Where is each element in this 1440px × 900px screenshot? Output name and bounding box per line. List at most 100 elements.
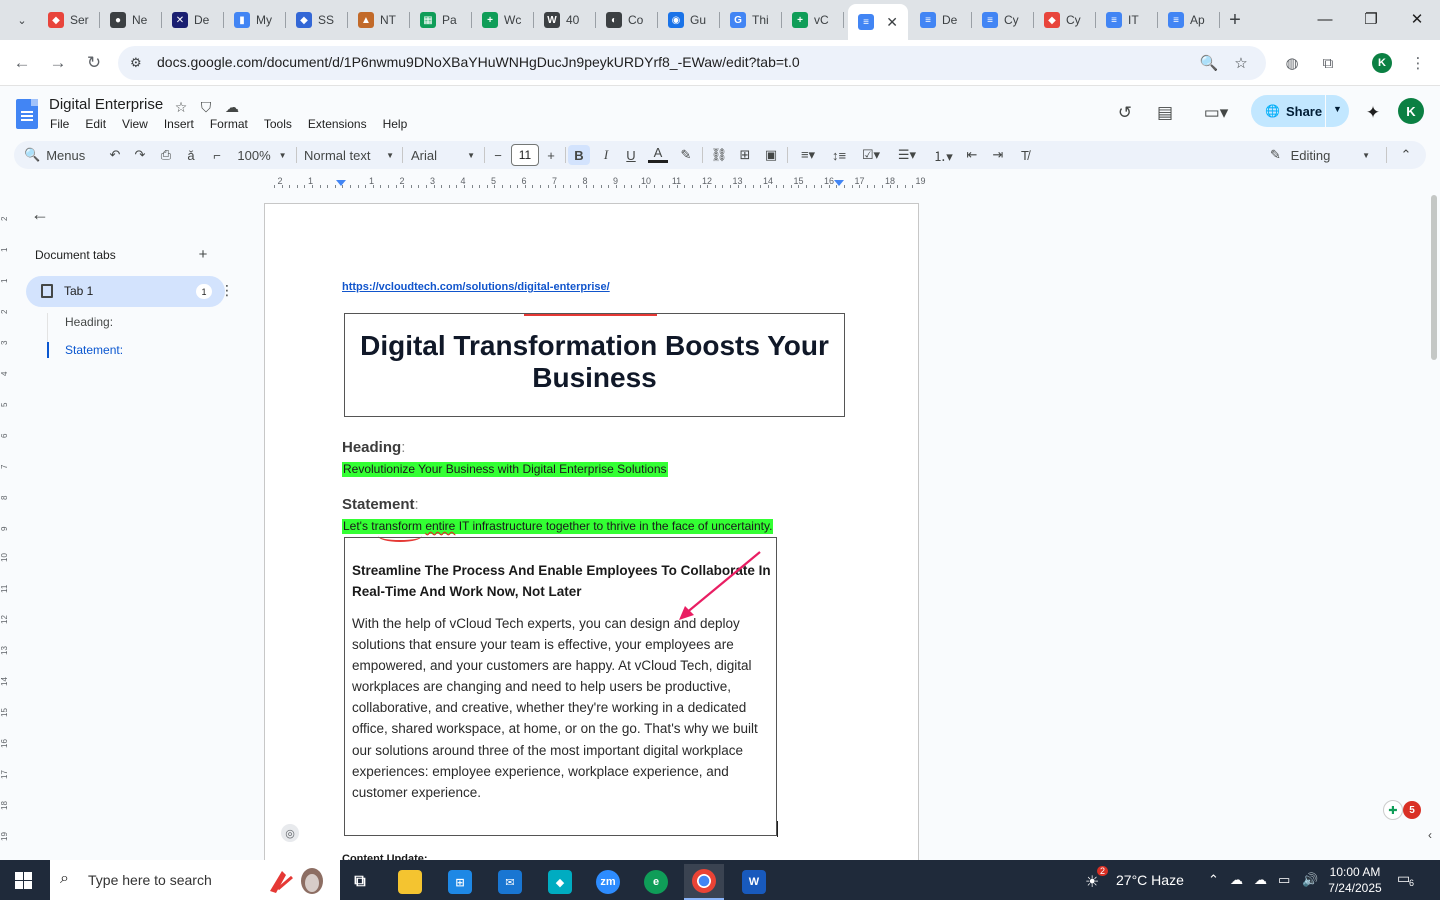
browser-tab-7[interactable]: + Wc bbox=[472, 6, 534, 34]
menus-search[interactable]: 🔍 Menus bbox=[24, 145, 104, 165]
style-select[interactable]: Normal text ▼ bbox=[304, 145, 394, 165]
spelling-flagged-word[interactable]: entire bbox=[425, 519, 455, 533]
clear-formatting-icon[interactable]: T̸ bbox=[1014, 145, 1036, 165]
onedrive-icon[interactable]: ☁ bbox=[1254, 872, 1267, 888]
windows-start-icon[interactable] bbox=[15, 872, 32, 889]
browser-tab-5[interactable]: ▲ NT bbox=[348, 6, 410, 34]
volume-icon[interactable]: 🔊 bbox=[1302, 872, 1318, 888]
new-tab-button[interactable]: + bbox=[1224, 9, 1246, 31]
taskbar-file-explorer[interactable] bbox=[390, 864, 430, 900]
menu-file[interactable]: File bbox=[50, 117, 77, 131]
taskbar-mail[interactable]: ✉ bbox=[490, 864, 530, 900]
suggestion-count-badge[interactable]: 5 bbox=[1403, 801, 1421, 819]
grammar-extension-icon[interactable]: ✚ bbox=[1383, 800, 1403, 820]
heading-text[interactable]: Revolutionize Your Business with Digital… bbox=[342, 462, 668, 477]
editing-mode-select[interactable]: ✎ Editing ▼ bbox=[1270, 145, 1370, 165]
heading-label[interactable]: Heading: bbox=[342, 439, 405, 456]
browser-tab-14[interactable]: ≡ De bbox=[910, 6, 972, 34]
document-link[interactable]: https://vcloudtech.com/solutions/digital… bbox=[342, 281, 610, 293]
minimize-button[interactable]: — bbox=[1302, 4, 1348, 34]
highlight-color-icon[interactable]: ✎ bbox=[676, 145, 696, 165]
add-tab-icon[interactable]: + bbox=[195, 246, 211, 263]
menu-edit[interactable]: Edit bbox=[85, 117, 114, 131]
reload-button[interactable]: ↻ bbox=[82, 51, 106, 75]
align-icon[interactable]: ≡▾ bbox=[794, 145, 822, 165]
share-button[interactable]: 🌐 Share ▼ bbox=[1251, 95, 1349, 127]
increase-font-size-icon[interactable]: + bbox=[543, 145, 559, 165]
bold-icon[interactable]: B bbox=[568, 145, 590, 165]
decrease-font-size-icon[interactable]: − bbox=[490, 145, 506, 165]
move-folder-icon[interactable]: ⛉ bbox=[197, 98, 215, 116]
font-select[interactable]: Arial ▼ bbox=[411, 145, 475, 165]
task-view-button[interactable]: ⧉ bbox=[340, 864, 380, 900]
document-page[interactable]: https://vcloudtech.com/solutions/digital… bbox=[264, 203, 919, 883]
url-text[interactable]: docs.google.com/document/d/1P6nwmu9DNoXB… bbox=[157, 54, 800, 70]
browser-tab-4[interactable]: ◆ SS bbox=[286, 6, 348, 34]
browser-tab-6[interactable]: ▦ Pa bbox=[410, 6, 472, 34]
outline-item-statement[interactable]: Statement: bbox=[65, 343, 123, 357]
insert-link-icon[interactable]: ⛓ bbox=[709, 145, 729, 165]
close-outline-icon[interactable]: ← bbox=[29, 203, 51, 225]
paint-format-icon[interactable]: ⌐ bbox=[207, 145, 227, 165]
bookmark-star-icon[interactable]: ☆ bbox=[1231, 53, 1251, 73]
insert-image-icon[interactable]: ▣ bbox=[761, 145, 781, 165]
browser-tab-2[interactable]: ✕ De bbox=[162, 6, 224, 34]
forward-button[interactable]: → bbox=[46, 51, 70, 75]
extensions-icon[interactable]: ⧉ bbox=[1316, 51, 1340, 75]
taskbar-zoom[interactable]: zm bbox=[588, 864, 628, 900]
tab-search-chevron-icon[interactable]: ⌄ bbox=[12, 10, 32, 30]
browser-tab-13[interactable]: ≡ ✕ bbox=[848, 4, 908, 40]
horizontal-ruler[interactable]: 2 1 1 2 3 4 5 6 7 8 9 10 11 12 13 14 15 16 17 18 19 bbox=[264, 175, 926, 191]
scrollbar-thumb[interactable] bbox=[1431, 195, 1437, 360]
add-comment-icon[interactable]: ⊞ bbox=[735, 145, 755, 165]
taskbar-app-blue[interactable]: ◆ bbox=[540, 864, 580, 900]
cloud-status-icon[interactable]: ☁ bbox=[223, 98, 241, 116]
increase-indent-icon[interactable]: ⇥ bbox=[988, 145, 1008, 165]
browser-tab-16[interactable]: ◆ Cy bbox=[1034, 6, 1096, 34]
weather-icon[interactable]: ☀ bbox=[1085, 872, 1099, 892]
left-indent-marker[interactable] bbox=[336, 180, 346, 186]
close-window-button[interactable]: ✕ bbox=[1394, 4, 1440, 34]
underline-icon[interactable]: U bbox=[621, 145, 641, 165]
menu-format[interactable]: Format bbox=[210, 117, 256, 131]
site-info-icon[interactable]: ⚙ bbox=[130, 55, 146, 71]
translate-icon[interactable]: ◍ bbox=[1280, 51, 1304, 75]
bulleted-list-icon[interactable]: ☰▾ bbox=[892, 145, 922, 165]
text-color-icon[interactable]: A bbox=[648, 145, 668, 163]
star-icon[interactable]: ☆ bbox=[172, 98, 190, 116]
zoom-icon[interactable]: 🔍 bbox=[1199, 53, 1219, 73]
browser-tab-12[interactable]: + vC bbox=[782, 6, 844, 34]
menu-extensions[interactable]: Extensions bbox=[308, 117, 375, 131]
browser-tab-17[interactable]: ≡ IT bbox=[1096, 6, 1158, 34]
browser-tab-8[interactable]: W 40 bbox=[534, 6, 596, 34]
taskbar-search-box[interactable]: ⌕ Type here to search bbox=[50, 860, 340, 900]
side-panel-toggle-icon[interactable]: ‹ bbox=[1428, 828, 1440, 848]
line-spacing-icon[interactable]: ↕≡ bbox=[828, 145, 850, 165]
browser-tab-0[interactable]: ◆ Ser bbox=[38, 6, 100, 34]
browser-tab-9[interactable]: ◐ Co bbox=[596, 6, 658, 34]
menu-view[interactable]: View bbox=[122, 117, 156, 131]
version-history-icon[interactable]: ↺ bbox=[1112, 100, 1138, 126]
restore-button[interactable]: ❐ bbox=[1348, 4, 1394, 34]
print-icon[interactable]: ⎙ bbox=[156, 145, 176, 165]
sidebar-item-tab-1[interactable]: Tab 1 1 ⋮ bbox=[26, 276, 234, 307]
undo-icon[interactable]: ↶ bbox=[105, 145, 125, 165]
document-scrollbar[interactable] bbox=[1428, 195, 1440, 860]
browser-tab-10[interactable]: ◉ Gu bbox=[658, 6, 720, 34]
gemini-icon[interactable]: ✦ bbox=[1360, 100, 1386, 126]
floating-extension-badges[interactable]: ✚ 5 bbox=[1383, 800, 1423, 822]
fingerprint-icon[interactable]: ◎ bbox=[281, 824, 299, 842]
zoom-select[interactable]: 100% ▼ bbox=[234, 145, 290, 165]
checklist-icon[interactable]: ☑▾ bbox=[856, 145, 886, 165]
browser-menu-icon[interactable]: ⋮ bbox=[1406, 51, 1430, 75]
browser-tab-11[interactable]: G Thi bbox=[720, 6, 782, 34]
decrease-indent-icon[interactable]: ⇤ bbox=[962, 145, 982, 165]
font-size-input[interactable]: 11 bbox=[511, 144, 539, 166]
browser-tab-18[interactable]: ≡ Ap bbox=[1158, 6, 1220, 34]
browser-tab-1[interactable]: ● Ne bbox=[100, 6, 162, 34]
redo-icon[interactable]: ↷ bbox=[130, 145, 150, 165]
taskbar-chrome[interactable] bbox=[684, 864, 724, 900]
browser-profile-avatar[interactable]: K bbox=[1372, 53, 1392, 73]
outline-item-heading[interactable]: Heading: bbox=[65, 315, 113, 329]
taskbar-store[interactable]: ⊞ bbox=[440, 864, 480, 900]
